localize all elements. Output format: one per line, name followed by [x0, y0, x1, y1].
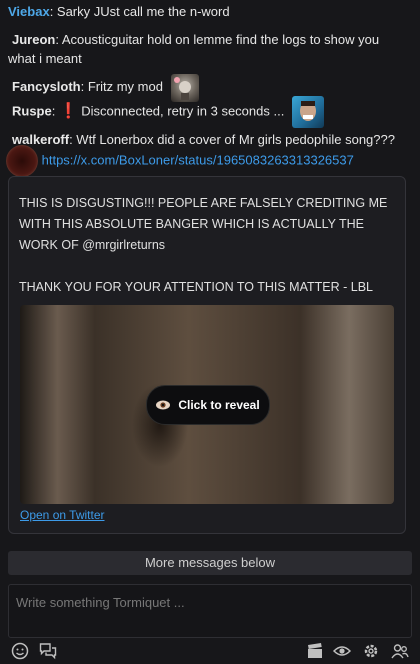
chat-message: Viebax: Sarky JUst call me the n-word	[8, 2, 408, 21]
open-on-twitter-link[interactable]: Open on Twitter	[20, 508, 105, 522]
eye-icon[interactable]	[332, 642, 352, 660]
chat-message: Ruspe: ❗ Disconnected, retry in 3 second…	[12, 96, 412, 128]
clapper-icon[interactable]	[306, 642, 324, 660]
chat-input-box[interactable]	[8, 584, 412, 638]
chat-input[interactable]	[9, 585, 411, 619]
message-text: : Acousticguitar hold on lemme find the …	[8, 32, 380, 66]
message-text: : Sarky JUst call me the n-word	[49, 4, 230, 19]
click-to-reveal-button[interactable]: Click to reveal	[146, 385, 270, 425]
tweet-link[interactable]: https://x.com/BoxLoner/status/1965083263…	[42, 152, 354, 167]
emoji-icon[interactable]	[11, 642, 29, 660]
exclamation-icon: ❗	[58, 102, 78, 120]
chat-message-link-row: https://x.com/BoxLoner/status/1965083263…	[6, 145, 406, 177]
reveal-label: Click to reveal	[178, 398, 260, 412]
username[interactable]: Ruspe	[12, 103, 52, 118]
tweet-media-blurred[interactable]: Click to reveal	[20, 305, 394, 504]
users-icon[interactable]	[391, 642, 409, 660]
message-text: :	[51, 103, 59, 119]
more-messages-below-button[interactable]: More messages below	[8, 551, 412, 575]
message-text: Disconnected, retry in 3 seconds ...	[77, 103, 285, 119]
username[interactable]: Fancysloth	[12, 79, 81, 94]
tweet-text-line: THANK YOU FOR YOUR ATTENTION TO THIS MAT…	[19, 280, 373, 294]
chat-message: Jureon: Acousticguitar hold on lemme fin…	[8, 30, 408, 68]
message-text: : Fritz my mod	[80, 79, 163, 94]
tweet-text: THIS IS DISGUSTING!!! PEOPLE ARE FALSELY…	[19, 193, 389, 298]
chat-bubbles-icon[interactable]	[39, 642, 57, 660]
avatar-icon	[6, 145, 38, 177]
tweet-text-line: THIS IS DISGUSTING!!! PEOPLE ARE FALSELY…	[19, 196, 388, 252]
username[interactable]: Jureon	[12, 32, 55, 47]
tweet-embed: THIS IS DISGUSTING!!! PEOPLE ARE FALSELY…	[8, 176, 406, 534]
emote-image	[291, 96, 324, 128]
gear-icon[interactable]	[362, 642, 380, 660]
username[interactable]: Viebax	[8, 4, 50, 19]
eye-icon	[156, 400, 171, 410]
